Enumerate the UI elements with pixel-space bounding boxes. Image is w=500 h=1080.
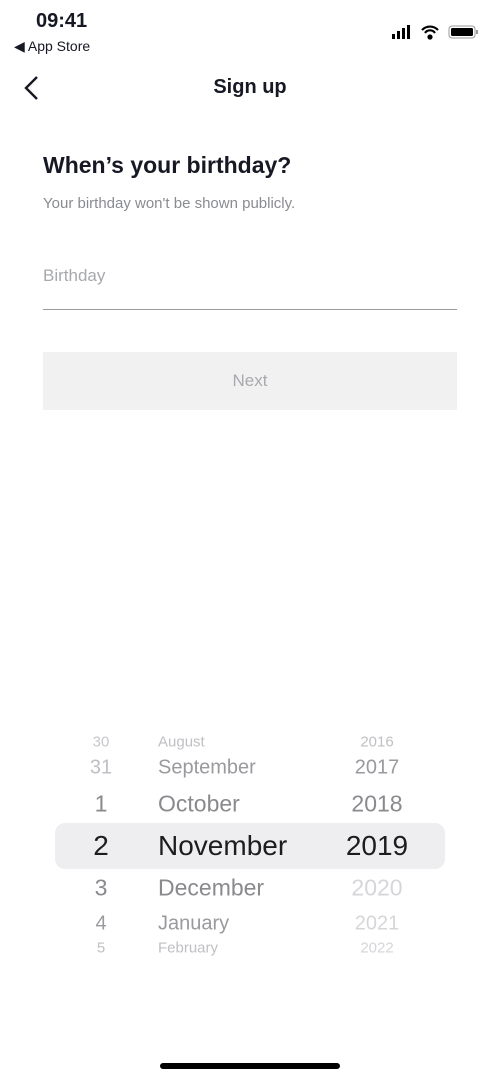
picker-day[interactable]: 30 [71,734,131,751]
picker-month[interactable]: November [158,830,287,862]
picker-month[interactable]: February [158,940,218,957]
picker-month[interactable]: September [158,757,256,780]
home-indicator [160,1063,340,1069]
picker-day[interactable]: 4 [71,913,131,936]
picker-year[interactable]: 2017 [337,757,417,780]
picker-year[interactable]: 2019 [337,830,417,862]
picker-month[interactable]: October [158,791,240,818]
picker-day[interactable]: 31 [71,757,131,780]
picker-day[interactable]: 1 [71,791,131,818]
picker-year[interactable]: 2020 [337,875,417,902]
picker-year[interactable]: 2018 [337,791,417,818]
picker-month[interactable]: January [158,913,229,936]
picker-day[interactable]: 2 [71,830,131,862]
picker-day[interactable]: 5 [71,940,131,957]
picker-year[interactable]: 2022 [337,940,417,957]
picker-month[interactable]: December [158,875,264,902]
date-picker[interactable]: 30 August 2016 31 September 2017 1 October 2018 2… [0,0,500,1080]
picker-day[interactable]: 3 [71,875,131,902]
picker-year[interactable]: 2016 [337,734,417,751]
picker-year[interactable]: 2021 [337,913,417,936]
picker-month[interactable]: August [158,734,205,751]
